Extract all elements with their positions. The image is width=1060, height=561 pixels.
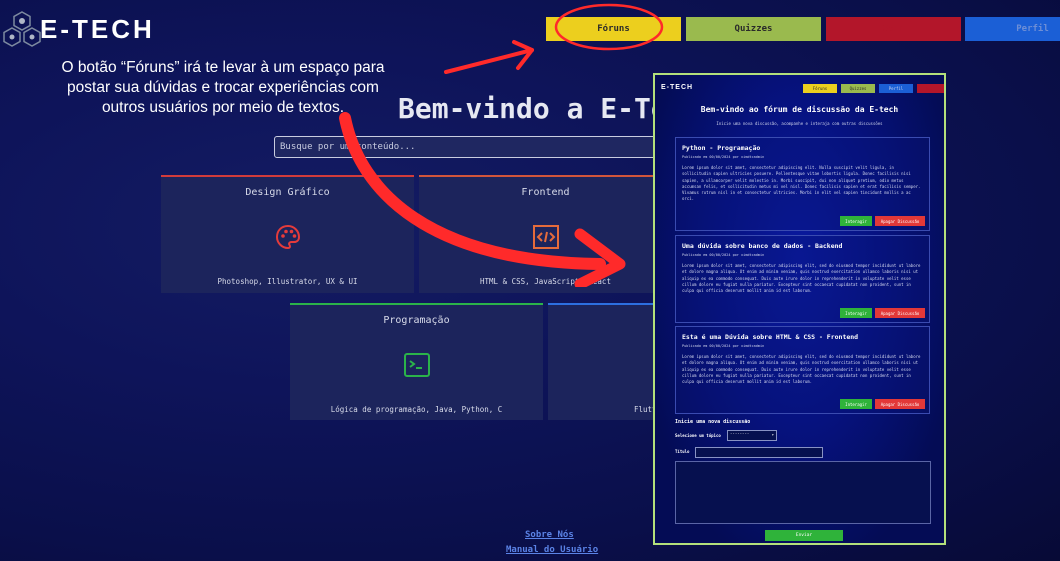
forum-nav-quizzes[interactable]: Quizzes — [841, 84, 875, 93]
chevron-down-icon: ▾ — [771, 432, 774, 437]
post-title: Uma dúvida sobre banco de dados - Backen… — [682, 242, 843, 250]
post-title: Esta é uma Dúvida sobre HTML & CSS - Fro… — [682, 333, 859, 341]
etech-logo-icon — [3, 11, 41, 47]
card-programacao[interactable]: Programação Lógica de programação, Java,… — [290, 303, 543, 420]
post-body: Lorem ipsum dolor sit amet, consectetur … — [682, 354, 921, 385]
forum-nav-perfil[interactable]: Perfil — [879, 84, 913, 93]
arrow-to-forum-panel-icon — [339, 112, 626, 287]
post-title: Python - Programação — [682, 144, 761, 152]
nav-quizzes-button[interactable]: Quizzes — [686, 17, 821, 41]
forum-logo-text: E-TECH — [661, 84, 694, 91]
delete-discussion-button[interactable]: Apagar Discussão — [875, 216, 925, 226]
footer-about-link[interactable]: Sobre Nós — [525, 530, 574, 540]
post-meta: Publicado em 00/00/2024 por ximdtcadmin — [682, 253, 765, 257]
post-meta: Publicado em 00/00/2024 por ximdtcadmin — [682, 344, 765, 348]
arrow-to-forums-icon — [444, 40, 534, 74]
terminal-icon — [403, 353, 430, 377]
card-title: Programação — [383, 315, 450, 326]
nav-perfil-button[interactable]: Perfil — [965, 17, 1060, 41]
post-body: Lorem ipsum dolor sit amet, consectetur … — [682, 165, 921, 202]
post-meta: Publicado em 00/00/2024 por ximdtcadmin — [682, 155, 765, 159]
send-button[interactable]: Enviar — [765, 530, 843, 541]
logo-text: E-TECH — [40, 14, 155, 44]
forum-nav-forums[interactable]: Fóruns — [803, 84, 837, 93]
topic-select-value: -------- — [730, 431, 750, 436]
topic-select[interactable]: -------- ▾ — [727, 430, 777, 441]
title-label: Título — [675, 449, 690, 454]
forum-page-preview: E-TECH Fóruns Quizzes Perfil Sair Bem-vi… — [653, 73, 946, 545]
footer-manual-link[interactable]: Manual do Usuário — [506, 545, 598, 555]
post-body: Lorem ipsum dolor sit amet, consectetur … — [682, 263, 921, 294]
delete-discussion-button[interactable]: Apagar Discussão — [875, 308, 925, 318]
card-desc: Lógica de programação, Java, Python, C — [330, 405, 503, 414]
forum-post: Uma dúvida sobre banco de dados - Backen… — [675, 235, 930, 323]
topic-label: Selecione um tópico — [675, 433, 721, 438]
annotation-text: O botão “Fóruns” irá te levar à um espaç… — [61, 59, 385, 116]
nav-sair-button[interactable]: Sair — [826, 17, 961, 41]
interact-button[interactable]: Interagir — [840, 308, 872, 318]
palette-icon — [275, 224, 300, 250]
forum-post: Esta é uma Dúvida sobre HTML & CSS - Fro… — [675, 326, 930, 414]
forum-title: Bem-vindo ao fórum de discussão da E-tec… — [700, 105, 899, 114]
interact-button[interactable]: Interagir — [840, 399, 872, 409]
new-discussion-heading: Inicie uma nova discussão — [675, 419, 751, 425]
delete-discussion-button[interactable]: Apagar Discussão — [875, 399, 925, 409]
forum-post: Python - Programação Publicado em 00/00/… — [675, 137, 930, 231]
forum-subtitle: Inicie uma nova discussão, acompanhe e i… — [716, 121, 883, 126]
discussion-textarea[interactable] — [675, 461, 931, 524]
highlight-ellipse — [554, 3, 664, 51]
title-input[interactable] — [695, 447, 823, 458]
interact-button[interactable]: Interagir — [840, 216, 872, 226]
forum-nav-sair[interactable]: Sair — [917, 84, 944, 93]
